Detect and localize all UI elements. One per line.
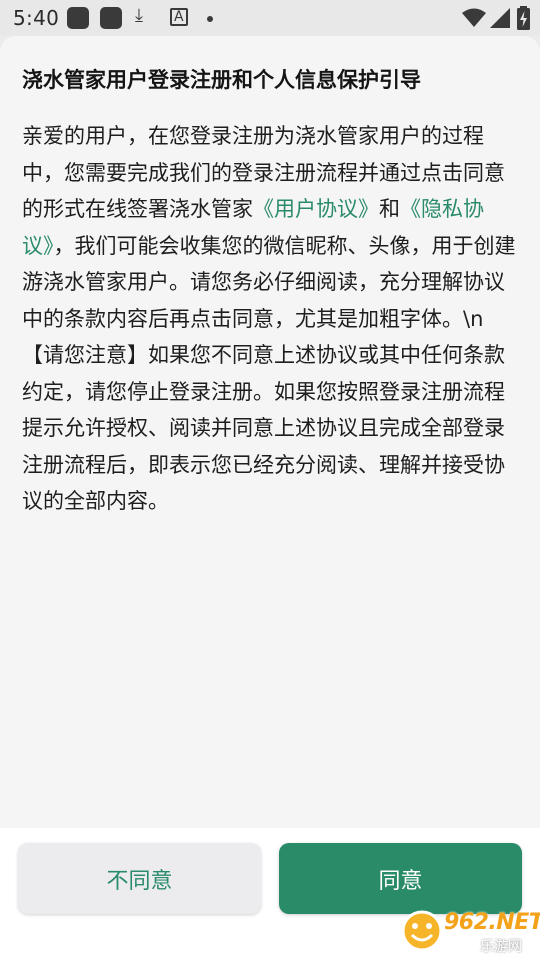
watermark-logo: 962.NET 乐游网 — [400, 908, 540, 956]
disagree-button[interactable]: 不同意 — [18, 843, 261, 914]
body-text: 和 — [379, 197, 400, 221]
consent-dialog: 浇水管家用户登录注册和个人信息保护引导 亲爱的用户，在您登录注册为浇水管家用户的… — [0, 36, 540, 828]
status-time: 5:40 — [13, 6, 60, 30]
battery-charging-icon — [517, 6, 530, 30]
watermark-text: 962.NET — [444, 910, 540, 935]
watermark-subtext: 乐游网 — [480, 939, 522, 955]
signal-icon — [490, 8, 510, 28]
font-notification-icon: A — [170, 8, 188, 26]
dialog-body: 亲爱的用户，在您登录注册为浇水管家用户的过程中，您需要完成我们的登录注册流程并通… — [22, 118, 518, 520]
more-notifications-dot-icon — [207, 16, 213, 22]
watermark-smile-icon — [401, 910, 443, 952]
screen: 5:40 ⤓ A 浇水管家用户登录注册和个人信息保护引导 亲爱的用户，在您登录注… — [0, 0, 540, 960]
body-text: ，我们可能会收集您的微信昵称、头像，用于创建游浇水管家用户。请您务必仔细阅读，充… — [22, 233, 516, 514]
download-icon: ⤓ — [135, 5, 143, 26]
agree-button[interactable]: 同意 — [279, 843, 522, 914]
dialog-title: 浇水管家用户登录注册和个人信息保护引导 — [22, 68, 421, 92]
notification-app-icon — [67, 7, 89, 29]
status-bar: 5:40 ⤓ A — [0, 0, 540, 36]
notification-app-icon — [100, 7, 122, 29]
user-agreement-link[interactable]: 《用户协议》 — [253, 197, 379, 221]
wifi-icon — [462, 8, 486, 27]
